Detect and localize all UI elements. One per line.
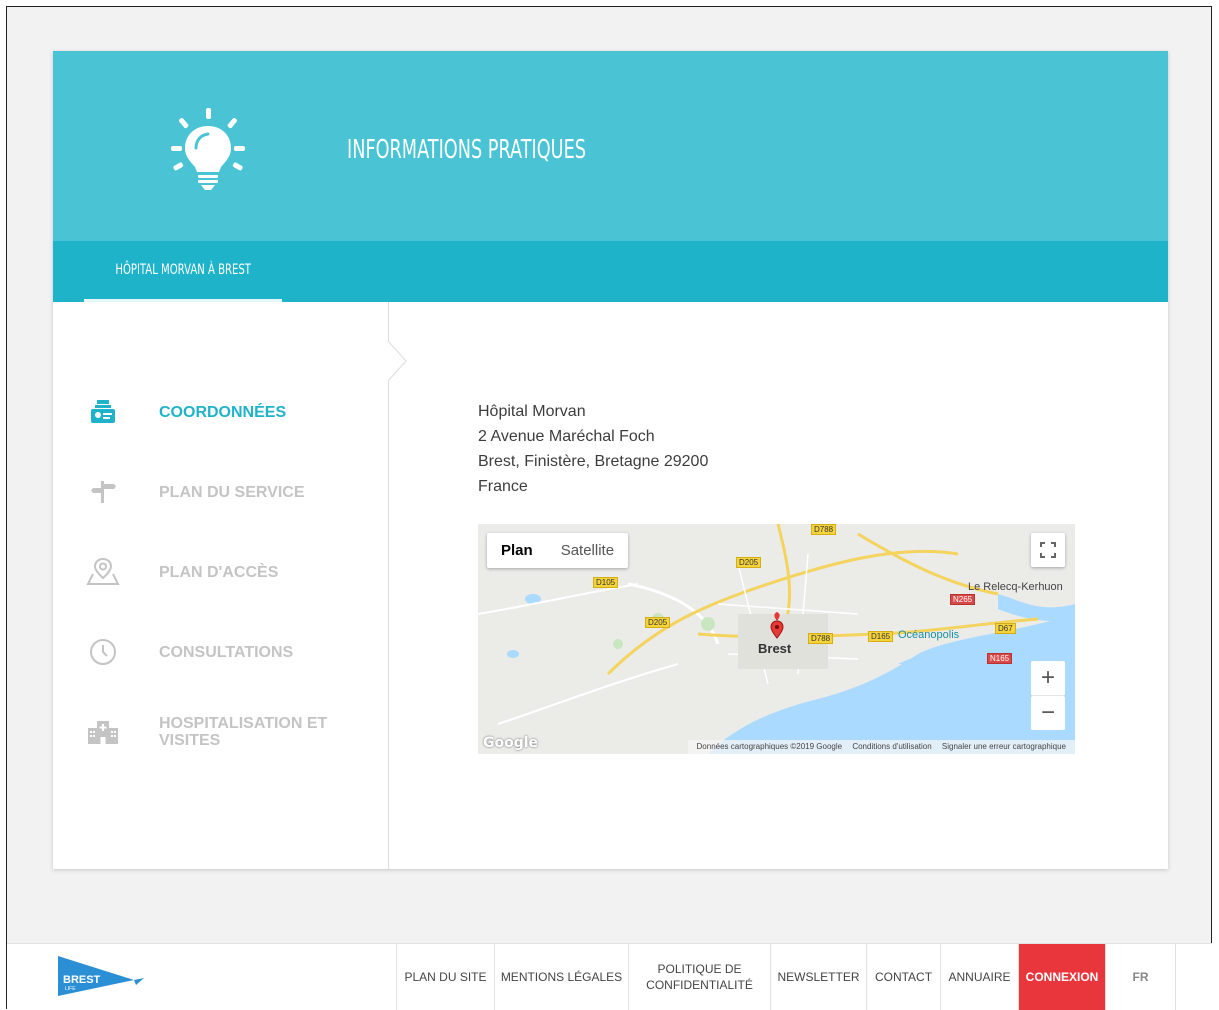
logo-text: BREST <box>63 974 101 986</box>
address-line: France <box>478 478 528 495</box>
lightbulb-icon <box>171 108 245 190</box>
road-label: D788 <box>811 524 837 535</box>
tab-bar: HÔPITAL MORVAN À BREST <box>53 241 1168 302</box>
map-city-label: Brest <box>758 641 792 656</box>
footer-link-annuaire[interactable]: ANNUAIRE <box>940 944 1018 1010</box>
footer-link-mentions-legales[interactable]: MENTIONS LÉGALES <box>494 944 628 1010</box>
road-label: N165 <box>987 653 1013 664</box>
road-label: D165 <box>868 631 894 642</box>
hospital-icon <box>83 712 123 752</box>
road-label: D67 <box>995 623 1016 634</box>
road-label: D105 <box>593 577 619 588</box>
tab-label: HÔPITAL MORVAN À BREST <box>115 262 251 278</box>
brest-life-logo-graphic: BREST LIFE <box>58 956 144 996</box>
nav-label: HOSPITALISATION ET VISITES <box>159 715 328 749</box>
clock-icon <box>83 632 123 672</box>
address-line: Hôpital Morvan <box>478 403 586 420</box>
footer-links: PLAN DU SITE MENTIONS LÉGALES POLITIQUE … <box>396 944 1176 1010</box>
nav-item-plan-d-acces[interactable]: PLAN D'ACCÈS <box>53 542 388 602</box>
footer-link-politique[interactable]: POLITIQUE DE CONFIDENTIALITÉ <box>628 944 770 1010</box>
map-type-control: Plan Satellite <box>487 533 629 568</box>
connexion-button[interactable]: CONNEXION <box>1018 944 1105 1010</box>
tab-hopital-morvan[interactable]: HÔPITAL MORVAN À BREST <box>84 241 282 302</box>
nav-label: PLAN D'ACCÈS <box>159 563 279 581</box>
side-nav: COORDONNÉES PLAN DU SERVICE PLAN D'ACCÈS… <box>53 302 407 869</box>
nav-label: PLAN DU SERVICE <box>159 483 305 501</box>
address-block: Hôpital Morvan 2 Avenue Maréchal Foch Br… <box>478 399 708 499</box>
footer-link-contact[interactable]: CONTACT <box>866 944 940 1010</box>
map-type-satellite-button[interactable]: Satellite <box>547 533 628 568</box>
fullscreen-icon <box>1040 542 1056 558</box>
page-title: INFORMATIONS PRATIQUES <box>347 135 587 165</box>
google-logo: Google <box>483 735 539 751</box>
map-terms-link[interactable]: Conditions d'utilisation <box>848 742 935 751</box>
fullscreen-button[interactable] <box>1031 533 1065 567</box>
map-report-link[interactable]: Signaler une erreur cartographique <box>938 742 1070 751</box>
zoom-in-button[interactable]: + <box>1031 661 1065 696</box>
zoom-out-button[interactable]: − <box>1031 696 1065 730</box>
footer-link-plan-du-site[interactable]: PLAN DU SITE <box>396 944 494 1010</box>
nav-item-coordonnees[interactable]: COORDONNÉES <box>53 382 388 442</box>
map-town-label: Le Relecq-Kerhuon <box>968 581 1063 593</box>
address-line: Brest, Finistère, Bretagne 29200 <box>478 453 709 470</box>
brest-life-logo[interactable]: BREST LIFE <box>56 954 148 998</box>
map-type-plan-button[interactable]: Plan <box>487 533 547 568</box>
footer-link-newsletter[interactable]: NEWSLETTER <box>770 944 866 1010</box>
nav-label: COORDONNÉES <box>159 403 287 421</box>
nav-label: CONSULTATIONS <box>159 643 294 661</box>
map-pin-icon <box>83 552 123 592</box>
language-selector[interactable]: FR <box>1105 944 1176 1010</box>
map-attribution: Données cartographiques ©2019 Google Con… <box>687 740 1075 754</box>
hero-banner: INFORMATIONS PRATIQUES <box>53 51 1168 241</box>
map-poi-label: Océanopolis <box>898 629 960 641</box>
site-footer: BREST LIFE PLAN DU SITE MENTIONS LÉGALES… <box>7 943 1212 1010</box>
signpost-icon <box>83 472 123 512</box>
map-data-credit: Données cartographiques ©2019 Google <box>696 742 843 751</box>
contact-card-icon <box>83 392 123 432</box>
nav-item-plan-du-service[interactable]: PLAN DU SERVICE <box>53 462 388 522</box>
google-map[interactable]: D788 D205 D105 D205 D788 D165 D67 N265 N… <box>478 524 1075 754</box>
road-label: D788 <box>808 633 834 644</box>
map-marker-icon[interactable] <box>769 620 785 640</box>
road-label: D205 <box>736 557 762 568</box>
nav-item-consultations[interactable]: CONSULTATIONS <box>53 622 388 682</box>
address-line: 2 Avenue Maréchal Foch <box>478 428 655 445</box>
logo-subtext: LIFE <box>65 986 76 992</box>
road-label: N265 <box>950 594 976 605</box>
road-label: D205 <box>645 617 671 628</box>
nav-item-hospitalisation[interactable]: HOSPITALISATION ET VISITES <box>53 702 388 762</box>
